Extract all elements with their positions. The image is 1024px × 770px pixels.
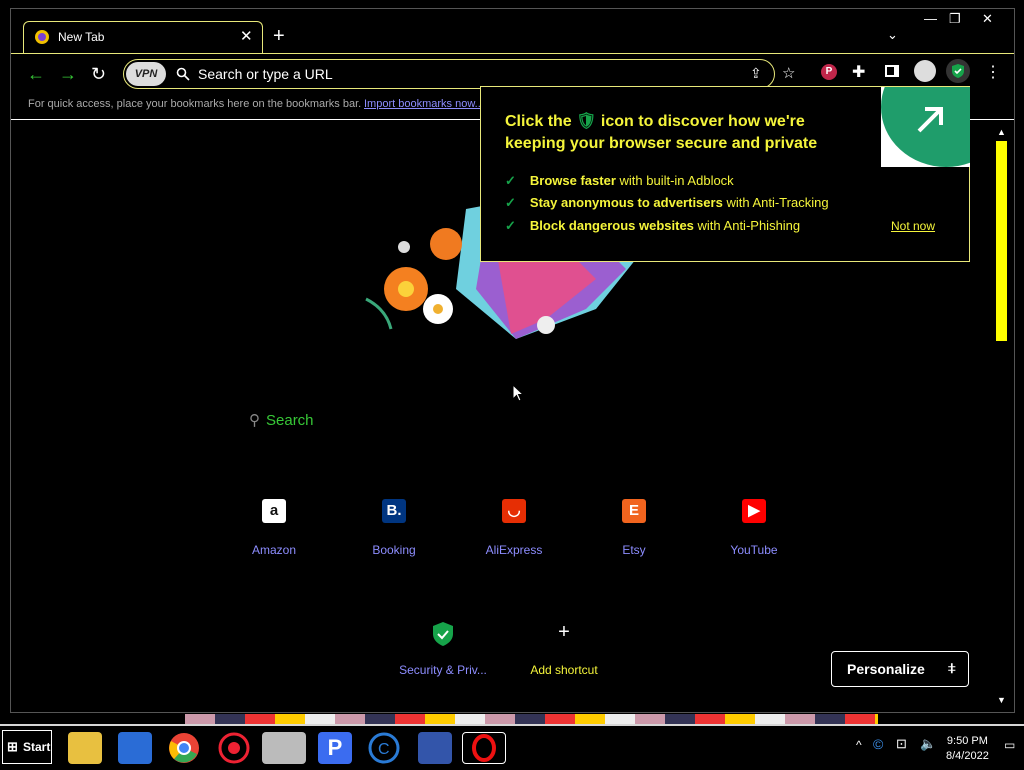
- omnibox-placeholder: Search or type a URL: [198, 66, 333, 82]
- tray-chevron-icon[interactable]: ^: [856, 738, 862, 752]
- tab-close-icon[interactable]: ✕: [240, 27, 253, 45]
- shortcut-label: Booking: [372, 543, 416, 557]
- search-icon: [176, 67, 190, 81]
- omnibox[interactable]: VPN Search or type a URL ⇪ ☆: [123, 59, 795, 89]
- import-bookmarks-link[interactable]: Import bookmarks now...: [364, 98, 484, 110]
- extensions-puzzle-icon[interactable]: ✚: [852, 62, 865, 82]
- volume-icon[interactable]: 🔈: [920, 736, 936, 752]
- shortcut-tile[interactable]: ▶ YouTube: [709, 499, 799, 559]
- shortcut-tile[interactable]: E Etsy: [589, 499, 679, 559]
- check-icon: ✓: [505, 173, 516, 188]
- tab-strip: New Tab ✕ + ⌄ — ❐ ✕: [11, 9, 1014, 54]
- search-label: Search: [266, 412, 314, 429]
- popup-feature-row: ✓ Stay anonymous to advertisers with Anti…: [505, 195, 829, 210]
- tab-title: New Tab: [58, 30, 105, 44]
- personalize-label: Personalize: [847, 661, 925, 677]
- shortcut-label: Etsy: [622, 543, 646, 557]
- popup-title: Click the 🛡 icon to discover how we're k…: [505, 113, 818, 152]
- vpn-toggle[interactable]: VPN: [126, 62, 166, 86]
- shortcut-tile[interactable]: a Amazon: [229, 499, 319, 559]
- security-onboarding-popup: Click the 🛡 icon to discover how we're k…: [480, 86, 970, 262]
- share-icon[interactable]: ⇪: [750, 65, 762, 82]
- add-shortcut-button[interactable]: + Add shortcut: [519, 621, 609, 679]
- svg-text:C: C: [378, 741, 390, 758]
- scroll-down-icon[interactable]: ▼: [997, 695, 1006, 705]
- maximize-icon[interactable]: ❐: [949, 11, 961, 27]
- profile-avatar-icon[interactable]: [914, 60, 936, 82]
- show-desktop-icon[interactable]: ▭: [1004, 738, 1015, 752]
- popup-feature-row: ✓ Block dangerous websites with Anti-Phis…: [505, 218, 801, 233]
- shield-icon: 🛡: [576, 113, 597, 130]
- sidebar-icon[interactable]: [885, 65, 899, 77]
- search-icon: ⚲: [249, 412, 260, 429]
- security-shield-icon[interactable]: [945, 58, 971, 84]
- extension-p-icon[interactable]: P: [821, 64, 837, 80]
- etsy-icon: E: [622, 499, 646, 523]
- start-button[interactable]: ⊞ Start: [2, 730, 52, 764]
- shortcut-label: Security & Priv...: [399, 663, 487, 677]
- sliders-icon: ⧧: [947, 660, 956, 677]
- p-app-icon[interactable]: P: [318, 732, 352, 764]
- remote-app-icon[interactable]: [418, 732, 452, 764]
- windows-logo-icon: ⊞: [7, 739, 18, 754]
- start-label: Start: [23, 740, 51, 754]
- shortcut-label: YouTube: [730, 543, 778, 557]
- minimize-icon[interactable]: —: [924, 11, 937, 26]
- tray-c-icon[interactable]: ©: [873, 736, 883, 752]
- not-now-link[interactable]: Not now: [891, 219, 935, 233]
- clock-time: 9:50 PM: [946, 735, 988, 747]
- back-arrow-icon[interactable]: ←: [27, 64, 45, 85]
- avast-browser-taskbar-icon[interactable]: [262, 732, 306, 764]
- amazon-icon: a: [262, 499, 286, 523]
- newtab-search[interactable]: ⚲ Search: [249, 411, 314, 429]
- shortcut-label: Amazon: [251, 543, 297, 557]
- tab-new-tab[interactable]: New Tab ✕: [23, 21, 263, 53]
- red-app-icon[interactable]: [218, 732, 250, 764]
- youtube-icon: ▶: [742, 499, 766, 523]
- personalize-button[interactable]: Personalize ⧧: [831, 651, 969, 687]
- ccleaner-icon[interactable]: C: [368, 732, 400, 764]
- bookmarks-hint: For quick access, place your bookmarks h…: [28, 98, 362, 110]
- taskbar: ⊞ Start P C ^ © ⊡ 🔈 9:50 PM 8/4/2022 ▭: [0, 724, 1024, 770]
- popup-feature-row: ✓ Browse faster with built-in Adblock: [505, 173, 734, 188]
- file-explorer-icon[interactable]: [68, 732, 102, 764]
- booking-icon: B.: [382, 499, 406, 523]
- scrollbar-thumb[interactable]: [996, 141, 1007, 341]
- scroll-up-icon[interactable]: ▲: [997, 127, 1006, 137]
- clock-date: 8/4/2022: [946, 750, 989, 762]
- add-shortcut-label: Add shortcut: [530, 663, 598, 677]
- check-icon: ✓: [505, 218, 516, 233]
- menu-kebab-icon[interactable]: ⋮: [985, 62, 1001, 82]
- plus-icon: +: [558, 621, 570, 643]
- opera-icon[interactable]: [462, 732, 506, 764]
- arrow-up-right-icon: [917, 107, 943, 133]
- media-player-icon[interactable]: [118, 732, 152, 764]
- bookmark-star-icon[interactable]: ☆: [782, 64, 795, 82]
- shortcut-label: AliExpress: [485, 543, 543, 557]
- shortcut-tile[interactable]: ◡ AliExpress: [469, 499, 559, 559]
- clock[interactable]: 9:50 PM 8/4/2022: [946, 734, 989, 764]
- shortcut-security[interactable]: Security & Priv...: [398, 621, 488, 679]
- network-icon[interactable]: ⊡: [896, 736, 907, 752]
- new-tab-plus-icon[interactable]: +: [273, 25, 285, 48]
- chrome-icon[interactable]: [168, 732, 200, 764]
- reload-icon[interactable]: ↻: [91, 64, 106, 85]
- avast-browser-icon: [35, 30, 49, 44]
- check-icon: ✓: [505, 195, 516, 210]
- forward-arrow-icon[interactable]: →: [59, 64, 77, 85]
- mouse-cursor-icon: [512, 384, 524, 402]
- tab-search-chevron-icon[interactable]: ⌄: [887, 27, 898, 43]
- close-window-icon[interactable]: ✕: [982, 11, 993, 27]
- security-shield-icon: [433, 622, 453, 646]
- aliexpress-icon: ◡: [502, 499, 526, 523]
- shortcut-tile[interactable]: B. Booking: [349, 499, 439, 559]
- desktop-wallpaper-strip: [185, 714, 878, 724]
- popup-graphic: [881, 87, 970, 167]
